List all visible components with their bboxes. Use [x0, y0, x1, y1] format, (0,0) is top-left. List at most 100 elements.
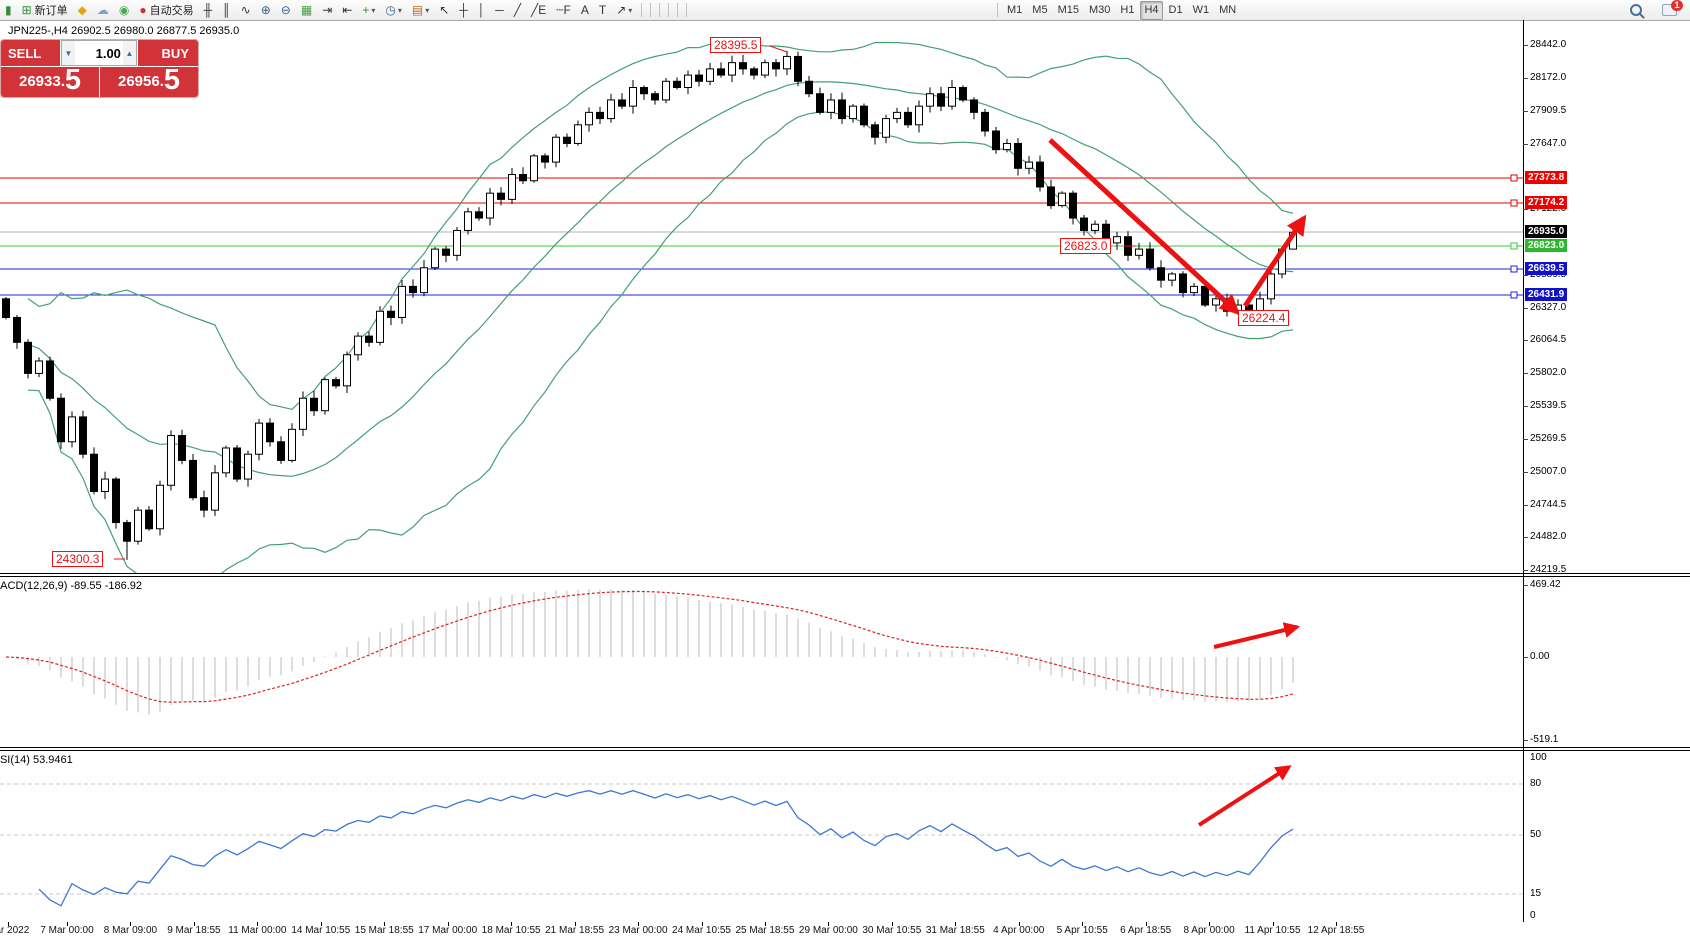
price-annotation[interactable]: 26823.0 [1060, 238, 1111, 254]
axis-tick-mark [1523, 373, 1528, 374]
chevron-down-icon: ▾ [371, 6, 375, 15]
periods-button[interactable]: ◷▾ [381, 1, 406, 20]
candle-body [410, 286, 417, 292]
timeframe-h1[interactable]: H1 [1116, 1, 1138, 20]
candle-body [729, 63, 736, 75]
candle-body [498, 193, 505, 199]
candle-body [377, 311, 384, 342]
line-anchor [1511, 243, 1517, 249]
crosshair-button[interactable]: ┼ [455, 1, 472, 20]
text-label-button[interactable]: T [595, 1, 610, 20]
arrows-button[interactable]: ↗▾ [612, 1, 636, 20]
axis-tick-mark [1523, 45, 1528, 46]
search-button[interactable] [1626, 1, 1646, 20]
candle-body [663, 81, 670, 100]
fibonacci-button[interactable]: ┄F [552, 1, 575, 20]
date-axis-label: 11 Apr 10:55 [1245, 925, 1301, 936]
macd-axis-tick: 0.00 [1530, 651, 1549, 662]
chat-button[interactable]: 1 [1658, 1, 1681, 20]
zoom-out-icon: ⊖ [281, 4, 291, 16]
candle-body [454, 230, 461, 255]
chart-shift-button[interactable]: ⇤ [338, 1, 356, 20]
market-signals-button[interactable]: ◉ [115, 1, 133, 20]
tile-windows-button[interactable]: ▦ [297, 1, 316, 20]
date-axis-label: 8 Mar 09:00 [104, 925, 157, 936]
price-axis-tick: 24744.5 [1530, 499, 1566, 510]
candle-body [685, 75, 692, 87]
price-axis-tick: 25007.0 [1530, 466, 1566, 477]
trend-arrow[interactable] [1199, 767, 1289, 825]
search-icon [1630, 4, 1642, 16]
candle-body [839, 100, 846, 119]
axis-tick-mark [1523, 340, 1528, 341]
timeframe-h4[interactable]: H4 [1140, 1, 1162, 20]
trend-arrow[interactable] [1214, 627, 1297, 647]
autotrading-button[interactable]: ●自动交易 [135, 1, 197, 20]
macd-panel[interactable] [0, 577, 1523, 747]
line-anchor [1511, 292, 1517, 298]
zoom-out-button[interactable]: ⊖ [277, 1, 295, 20]
periods-icon: ◷ [385, 4, 395, 16]
macd-axis-tick: -519.1 [1530, 734, 1558, 745]
horizontal-line-button[interactable]: ─ [491, 1, 508, 20]
toolbar-separator [997, 3, 998, 17]
vertical-line-button[interactable]: │ [474, 1, 490, 20]
candle-body [608, 100, 615, 119]
candlestick-chart-button[interactable]: ║ [218, 1, 235, 20]
text-button[interactable]: A [577, 1, 593, 20]
timeframe-w1[interactable]: W1 [1189, 1, 1214, 20]
price-chart[interactable] [0, 20, 1523, 573]
candle-body [641, 88, 648, 94]
candle-body [3, 299, 10, 318]
add-indicator-button[interactable]: +▾ [358, 1, 379, 20]
candle-body [344, 355, 351, 386]
timeframe-m30[interactable]: M30 [1085, 1, 1114, 20]
candle-body [80, 417, 87, 454]
axis-tick-mark [1523, 657, 1528, 658]
metaeditor-button[interactable]: ◆ [74, 1, 91, 20]
candle-body [322, 380, 329, 411]
text-label-icon: T [599, 4, 606, 16]
candle-body [718, 69, 725, 75]
toolbar-separator [641, 3, 642, 17]
line-chart-button[interactable]: ∿ [237, 1, 255, 20]
price-axis-tick: 25269.5 [1530, 433, 1566, 444]
templates-icon: ▤ [412, 4, 423, 16]
cursor-button[interactable]: ↖ [435, 1, 453, 20]
trend-arrow[interactable] [1050, 140, 1237, 312]
timeframe-m15[interactable]: M15 [1054, 1, 1083, 20]
clipped-icon[interactable]: ▮ [1, 1, 16, 20]
macd-axis-tick: 469.42 [1530, 579, 1561, 590]
market-signals-icon: ◉ [119, 4, 129, 16]
new-order-button[interactable]: ⊞新订单 [18, 1, 72, 20]
candle-body [1136, 249, 1143, 255]
profiles-button[interactable]: ☁ [93, 1, 113, 20]
auto-scroll-button[interactable]: ⇥ [318, 1, 336, 20]
date-axis-label: 8 Apr 00:00 [1184, 925, 1235, 936]
timeframe-mn[interactable]: MN [1215, 1, 1240, 20]
rsi-panel[interactable] [0, 751, 1523, 922]
candle-body [1026, 162, 1033, 168]
date-axis-label: 4 Apr 00:00 [993, 925, 1044, 936]
candle-body [1114, 237, 1121, 243]
price-axis-tick: 26064.5 [1530, 334, 1566, 345]
candle-body [542, 156, 549, 162]
templates-button[interactable]: ▤▾ [408, 1, 433, 20]
price-annotation[interactable]: 28395.5 [710, 37, 761, 53]
add-indicator-icon: + [362, 4, 369, 16]
price-annotation[interactable]: 26224.4 [1238, 310, 1289, 326]
candle-body [1147, 249, 1154, 268]
timeframe-m1[interactable]: M1 [1003, 1, 1026, 20]
crosshair-icon: ┼ [459, 4, 468, 16]
trendline-button[interactable]: ╱ [510, 1, 525, 20]
candle-body [476, 212, 483, 218]
timeframe-m5[interactable]: M5 [1028, 1, 1051, 20]
equidistant-channel-button[interactable]: ╱E [527, 1, 550, 20]
price-annotation[interactable]: 24300.3 [52, 551, 103, 567]
candle-body [696, 75, 703, 81]
bar-chart-button[interactable]: ╫ [200, 1, 217, 20]
candle-body [421, 268, 428, 293]
candle-body [1158, 268, 1165, 280]
timeframe-d1[interactable]: D1 [1165, 1, 1187, 20]
zoom-in-button[interactable]: ⊕ [257, 1, 275, 20]
